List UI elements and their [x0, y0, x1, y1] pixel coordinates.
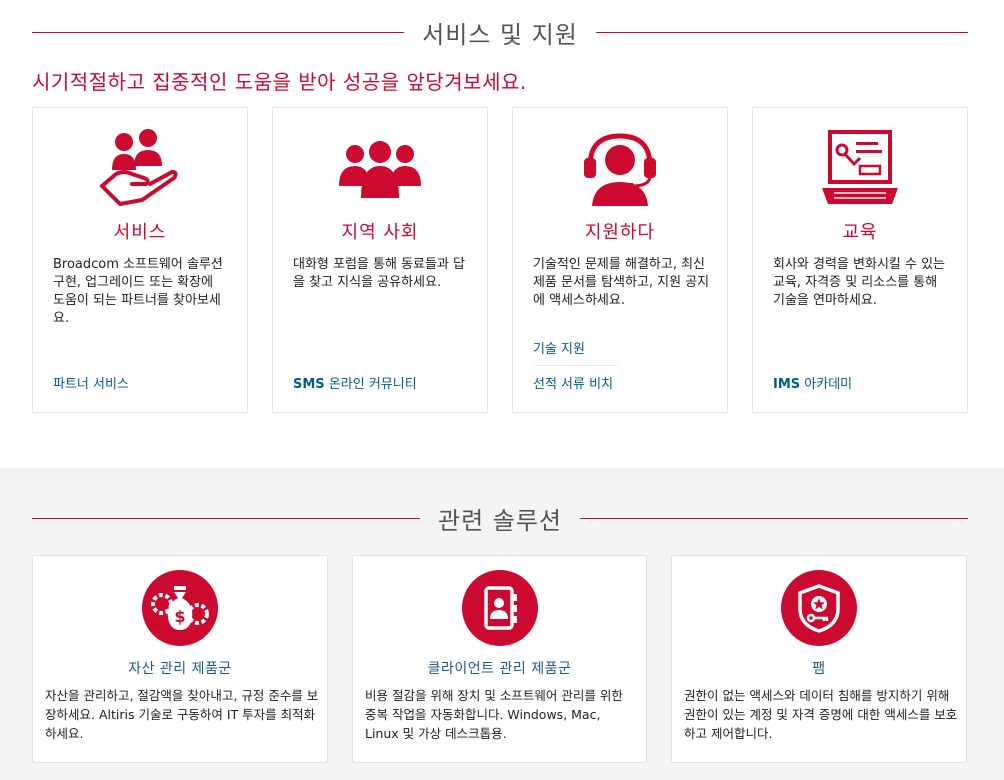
card-education-description: 회사와 경력을 변화시킬 수 있는 교육, 자격증 및 리소스를 통해 기술을 … — [773, 257, 946, 308]
card-community-description: 대화형 포럼을 통해 동료들과 답을 찾고 지식을 공유하세요. — [293, 257, 466, 290]
card-support: 지원하다 기술적인 문제를 해결하고, 최신 제품 문서를 탐색하고, 지원 공… — [512, 107, 728, 413]
group-people-icon — [339, 141, 421, 198]
solutions-divider-left — [32, 517, 420, 519]
solutions-divider-right — [580, 517, 968, 519]
card-support-description: 기술적인 문제를 해결하고, 최신 제품 문서를 탐색하고, 지원 공지에 액세… — [533, 257, 710, 308]
asset-management-title: 자산 관리 제품군 — [128, 661, 232, 677]
card-community-title: 지역 사회 — [341, 222, 419, 243]
helping-hand-people-icon — [100, 129, 178, 206]
documentation-link[interactable]: 선적 서류 비치 — [533, 373, 613, 392]
client-management-title: 클라이언트 관리 제품군 — [427, 661, 572, 677]
solutions-heading-row: 관련 솔루션 — [32, 498, 968, 538]
card-support-icon-wrap — [513, 130, 727, 208]
card-services-description: Broadcom 소프트웨어 솔루션 구현, 업그레이드 또는 확장에 도움이 … — [53, 257, 223, 326]
card-community-icon-wrap — [273, 140, 487, 200]
card-asset-management[interactable]: $ 자산 관리 제품군 자산을 관리하고, 절감액을 찾아내고, 규정 준수를 … — [32, 555, 328, 763]
heading-divider-right — [595, 31, 968, 33]
ims-academy-link[interactable]: IMS 아카데미 — [773, 373, 852, 392]
solutions-heading: 관련 솔루션 — [437, 506, 563, 535]
sms-link-bold: SMS — [293, 377, 325, 392]
ims-link-rest: 아카데미 — [800, 377, 853, 392]
client-management-icon-wrap — [353, 570, 646, 646]
solutions-section: 관련 솔루션 $ 자산 관리 제품군 자산을 관리하고, 절감액을 찾아내고, … — [0, 468, 1004, 780]
card-community: 지역 사회 대화형 포럼을 통해 동료들과 답을 찾고 지식을 공유하세요. S… — [272, 107, 488, 413]
sms-online-community-link[interactable]: SMS 온라인 커뮤니티 — [293, 373, 417, 392]
card-support-title: 지원하다 — [584, 222, 656, 243]
headset-agent-icon — [584, 133, 656, 206]
asset-management-icon-wrap: $ — [33, 570, 327, 646]
svg-text:$: $ — [174, 607, 185, 626]
card-services-icon-wrap — [33, 128, 247, 208]
technical-support-link[interactable]: 기술 지원 — [533, 338, 619, 366]
partner-services-link[interactable]: 파트너 서비스 — [53, 373, 129, 392]
support-section: 서비스 및 지원 시기적절하고 집중적인 도움을 받아 성공을 앞당겨보세요. … — [0, 0, 1004, 468]
card-services-title: 서비스 — [113, 222, 167, 243]
sms-link-rest: 온라인 커뮤니티 — [324, 377, 417, 392]
pam-icon-wrap — [672, 570, 966, 646]
heading-divider-left — [32, 31, 405, 33]
client-management-description: 비용 절감을 위해 장치 및 소프트웨어 관리를 위한 중복 작업을 자동화합니… — [365, 688, 623, 741]
asset-management-description: 자산을 관리하고, 절감액을 찾아내고, 규정 준수를 보장하세요. Altir… — [45, 688, 319, 741]
shield-key-icon — [781, 570, 857, 646]
support-heading: 서비스 및 지원 — [422, 20, 578, 49]
card-education-icon-wrap — [753, 130, 967, 206]
contact-book-icon — [461, 570, 538, 646]
card-education-title: 교육 — [842, 222, 878, 243]
money-bag-gears-icon: $ — [142, 570, 218, 646]
laptop-training-icon — [822, 130, 898, 204]
card-services: 서비스 Broadcom 소프트웨어 솔루션 구현, 업그레이드 또는 확장에 … — [32, 107, 248, 413]
card-education: 교육 회사와 경력을 변화시킬 수 있는 교육, 자격증 및 리소스를 통해 기… — [752, 107, 968, 413]
pam-title: 팸 — [812, 661, 826, 677]
support-heading-row: 서비스 및 지원 — [32, 12, 968, 52]
ims-link-bold: IMS — [773, 377, 801, 392]
card-client-management[interactable]: 클라이언트 관리 제품군 비용 절감을 위해 장치 및 소프트웨어 관리를 위한… — [352, 555, 647, 763]
support-tagline: 시기적절하고 집중적인 도움을 받아 성공을 앞당겨보세요. — [32, 70, 527, 94]
card-pam[interactable]: 팸 권한이 없는 액세스와 데이터 침해를 방지하기 위해 권한이 있는 계정 … — [671, 555, 967, 763]
pam-description: 권한이 없는 액세스와 데이터 침해를 방지하기 위해 권한이 있는 계정 및 … — [684, 688, 958, 741]
